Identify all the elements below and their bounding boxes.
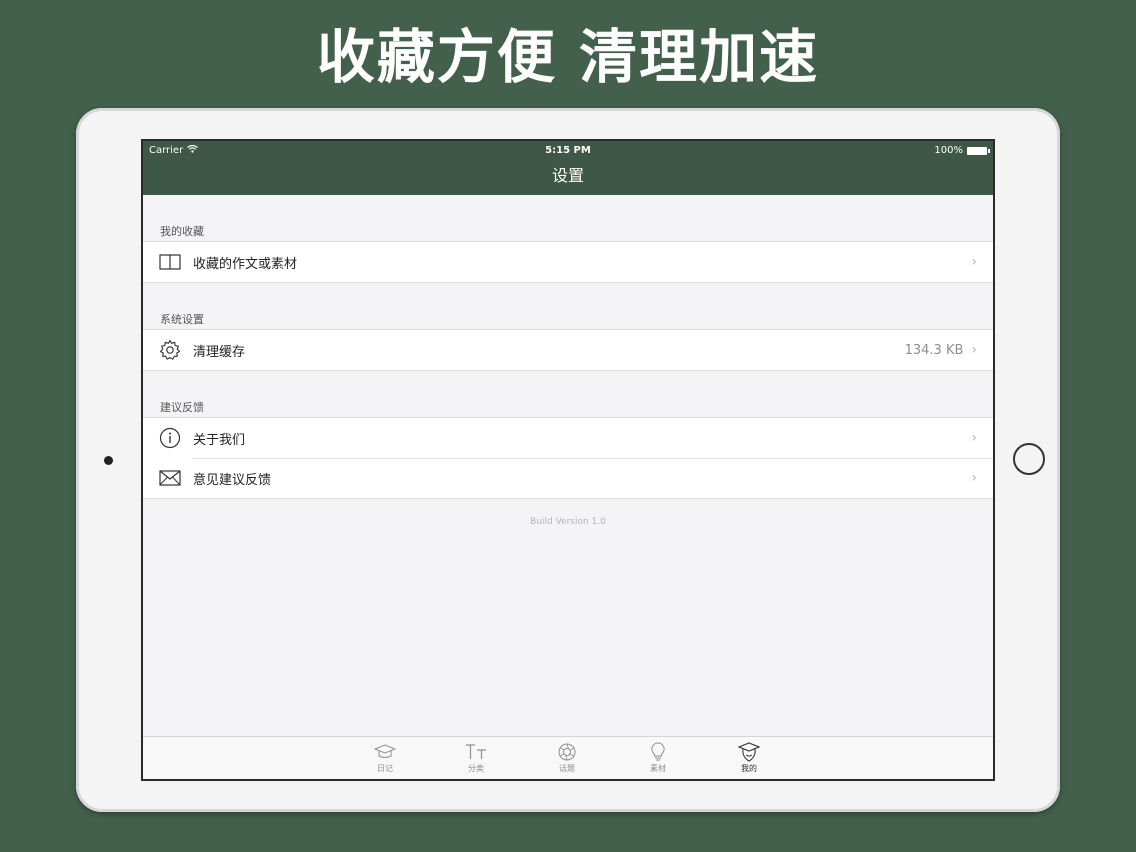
tab-material-label: 素材 <box>650 764 666 773</box>
graduate-avatar-icon <box>719 741 779 763</box>
build-version: Build Version 1.0 <box>530 517 606 527</box>
front-camera <box>104 456 113 465</box>
aperture-icon <box>537 741 597 763</box>
feedback-group: 关于我们 › 意见建议反馈 › <box>143 417 993 499</box>
home-button[interactable] <box>1013 443 1045 475</box>
tab-diary-label: 日记 <box>377 764 393 773</box>
favorites-group: 收藏的作文或素材 › <box>143 241 993 283</box>
about-us-label: 关于我们 <box>193 432 246 448</box>
tab-material[interactable]: 素材 <box>628 741 688 774</box>
tab-diary[interactable]: 日记 <box>355 741 415 774</box>
section-header-system: 系统设置 <box>160 313 204 326</box>
feedback-row[interactable]: 意见建议反馈 › <box>143 458 993 498</box>
text-size-icon <box>446 741 506 763</box>
tab-topic[interactable]: 话题 <box>537 741 597 774</box>
tab-bar: 日记 分类 话题 素材 我的 <box>143 736 993 779</box>
chevron-right-icon: › <box>971 342 977 358</box>
favorites-label: 收藏的作文或素材 <box>193 256 298 272</box>
section-header-feedback: 建议反馈 <box>160 401 204 414</box>
about-us-row[interactable]: 关于我们 › <box>143 418 993 458</box>
book-icon <box>159 251 181 273</box>
system-group: 清理缓存 134.3 KB › <box>143 329 993 371</box>
favorites-row[interactable]: 收藏的作文或素材 › <box>143 242 993 282</box>
tab-mine-label: 我的 <box>741 764 757 773</box>
chevron-right-icon: › <box>971 254 977 270</box>
tab-category[interactable]: 分类 <box>446 741 506 774</box>
feedback-label: 意见建议反馈 <box>193 472 272 488</box>
envelope-icon <box>159 467 181 489</box>
status-time: 5:15 PM <box>545 145 591 156</box>
cache-size: 134.3 KB <box>904 342 964 358</box>
tab-topic-label: 话题 <box>559 764 575 773</box>
gear-icon <box>159 339 181 361</box>
tab-category-label: 分类 <box>468 764 484 773</box>
status-bar: Carrier 5:15 PM 100% <box>143 141 993 161</box>
section-header-favorites: 我的收藏 <box>160 225 204 238</box>
clear-cache-row[interactable]: 清理缓存 134.3 KB › <box>143 330 993 370</box>
promo-headline: 收藏方便 清理加速 <box>316 23 820 91</box>
lightbulb-icon <box>628 741 688 763</box>
chevron-right-icon: › <box>971 470 977 486</box>
settings-list: 我的收藏 收藏的作文或素材 › 系统设置 清理缓存 134.3 KB › 建议反… <box>143 195 993 527</box>
info-icon <box>159 427 181 449</box>
battery-percent: 100% <box>934 145 963 156</box>
page-title: 设置 <box>551 166 584 185</box>
battery-icon <box>967 146 990 155</box>
clear-cache-label: 清理缓存 <box>193 344 246 360</box>
device-screen: Carrier 5:15 PM 100% 设置 我的收藏 收藏的作文或素材 › <box>141 139 995 781</box>
tab-mine[interactable]: 我的 <box>719 741 779 774</box>
navigation-bar: 设置 <box>143 161 993 195</box>
graduation-cap-icon <box>355 741 415 763</box>
chevron-right-icon: › <box>971 430 977 446</box>
